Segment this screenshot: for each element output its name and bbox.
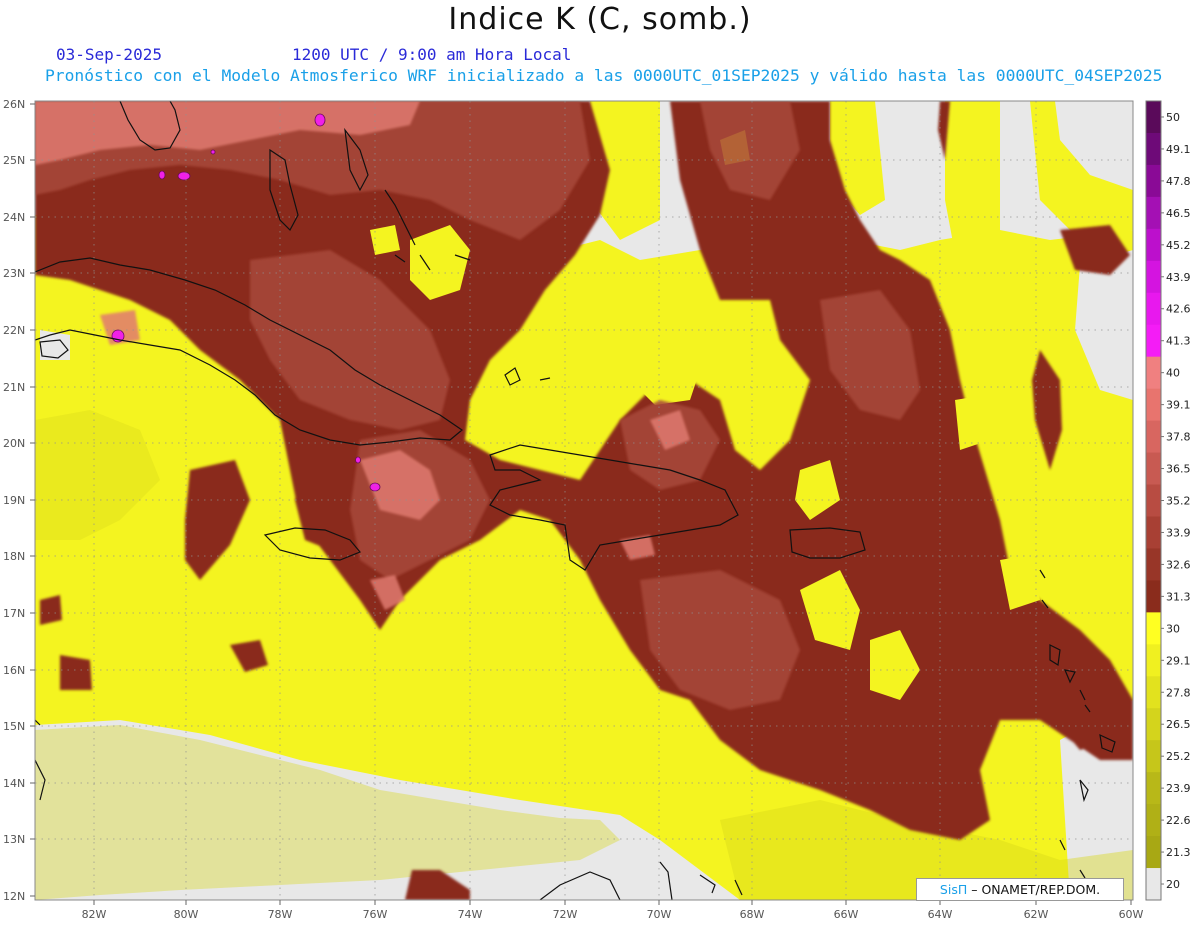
valid-date: 03-Sep-2025 xyxy=(56,45,162,64)
lat-label-25: 25N xyxy=(3,154,25,167)
colorbar-label: 21.3 xyxy=(1166,846,1191,859)
lat-label-12: 12N xyxy=(3,890,25,903)
lon-label-66w: 66W xyxy=(834,908,859,921)
colorbar-swatch xyxy=(1146,612,1161,645)
colorbar-label: 29.1 xyxy=(1166,654,1191,667)
lon-label-62w: 62W xyxy=(1024,908,1049,921)
lon-axis: 82W 80W 78W 76W 74W 72W 70W 68W 66W 64W … xyxy=(82,900,1144,921)
lon-label-82w: 82W xyxy=(82,908,107,921)
colorbar-label: 50 xyxy=(1166,111,1180,124)
colorbar: 50 49.1 47.8 46.5 45.2 43.9 42.6 41.3 40 39.1 37.8… xyxy=(1145,100,1191,901)
colorbar-label: 45.2 xyxy=(1166,239,1191,252)
colorbar-label: 36.5 xyxy=(1166,463,1191,476)
lat-axis: 26N 25N 24N 23N 22N 21N 20N 19N 18N 17N … xyxy=(3,98,35,903)
colorbar-label: 39.1 xyxy=(1166,399,1191,412)
lon-label-78w: 78W xyxy=(268,908,293,921)
colorbar-swatch xyxy=(1146,101,1161,134)
lat-label-24: 24N xyxy=(3,211,25,224)
valid-time: 1200 UTC / 9:00 am Hora Local xyxy=(292,45,572,64)
map-plot-area xyxy=(35,101,1133,900)
colorbar-swatch xyxy=(1146,292,1161,326)
lon-label-80w: 80W xyxy=(174,908,199,921)
credit-box: SisΠ – ONAMET/REP.DOM. xyxy=(916,878,1124,901)
colorbar-label: 26.5 xyxy=(1166,718,1191,731)
lat-label-20: 20N xyxy=(3,437,25,450)
lon-label-68w: 68W xyxy=(740,908,765,921)
colorbar-label: 40 xyxy=(1166,367,1180,380)
lon-label-72w: 72W xyxy=(553,908,578,921)
lat-label-17: 17N xyxy=(3,607,25,620)
colorbar-swatch xyxy=(1146,164,1161,198)
colorbar-swatch xyxy=(1146,260,1161,294)
colorbar-label: 23.9 xyxy=(1166,782,1191,795)
colorbar-label: 43.9 xyxy=(1166,271,1191,284)
lat-label-21: 21N xyxy=(3,381,25,394)
colorbar-swatch xyxy=(1146,228,1161,262)
lat-label-23: 23N xyxy=(3,267,25,280)
lon-label-64w: 64W xyxy=(928,908,953,921)
colorbar-label: 37.8 xyxy=(1166,431,1191,444)
colorbar-label: 49.1 xyxy=(1166,143,1191,156)
colorbar-swatch xyxy=(1146,740,1161,773)
colorbar-label: 31.3 xyxy=(1166,590,1191,603)
forecast-description: Pronóstico con el Modelo Atmosferico WRF… xyxy=(45,66,1163,85)
colorbar-label: 25.2 xyxy=(1166,750,1191,763)
lat-label-19: 19N xyxy=(3,494,25,507)
colorbar-label: 41.3 xyxy=(1166,335,1191,348)
lat-label-22: 22N xyxy=(3,324,25,337)
colorbar-swatch xyxy=(1146,548,1161,581)
k-index-map: 26N 25N 24N 23N 22N 21N 20N 19N 18N 17N … xyxy=(3,98,1191,921)
colorbar-label: 46.5 xyxy=(1166,207,1191,220)
colorbar-swatch xyxy=(1146,708,1161,741)
colorbar-swatch xyxy=(1146,132,1161,166)
colorbar-swatch xyxy=(1146,356,1161,390)
lat-label-14: 14N xyxy=(3,777,25,790)
lon-label-76w: 76W xyxy=(363,908,388,921)
colorbar-swatch xyxy=(1146,772,1161,805)
colorbar-swatch xyxy=(1146,516,1161,549)
lon-label-70w: 70W xyxy=(647,908,672,921)
colorbar-swatch xyxy=(1146,196,1161,230)
sispi-logo-text: SisΠ xyxy=(939,882,968,897)
colorbar-swatch xyxy=(1146,868,1161,901)
lat-label-15: 15N xyxy=(3,720,25,733)
colorbar-label: 22.6 xyxy=(1166,814,1191,827)
colorbar-label: 20 xyxy=(1166,878,1180,891)
colorbar-label: 35.2 xyxy=(1166,495,1191,508)
lat-label-26: 26N xyxy=(3,98,25,111)
lat-label-18: 18N xyxy=(3,550,25,563)
colorbar-label: 47.8 xyxy=(1166,175,1191,188)
lat-label-16: 16N xyxy=(3,664,25,677)
colorbar-swatch xyxy=(1146,580,1161,613)
colorbar-swatch xyxy=(1146,324,1161,358)
colorbar-label: 33.9 xyxy=(1166,526,1191,539)
colorbar-swatch xyxy=(1146,388,1161,422)
credit-text: ONAMET/REP.DOM. xyxy=(977,882,1101,897)
colorbar-swatch xyxy=(1146,676,1161,709)
map-title: Indice K (C, somb.) xyxy=(448,2,752,37)
colorbar-swatch xyxy=(1146,804,1161,837)
colorbar-swatch xyxy=(1146,644,1161,677)
colorbar-swatch xyxy=(1146,452,1161,486)
lat-label-13: 13N xyxy=(3,833,25,846)
colorbar-label: 27.8 xyxy=(1166,686,1191,699)
colorbar-swatch xyxy=(1146,484,1161,517)
lon-label-60w: 60W xyxy=(1119,908,1144,921)
colorbar-label: 32.6 xyxy=(1166,558,1191,571)
colorbar-swatch xyxy=(1146,420,1161,454)
colorbar-label: 30 xyxy=(1166,622,1180,635)
colorbar-label: 42.6 xyxy=(1166,303,1191,316)
lon-label-74w: 74W xyxy=(458,908,483,921)
colorbar-swatch xyxy=(1146,836,1161,869)
